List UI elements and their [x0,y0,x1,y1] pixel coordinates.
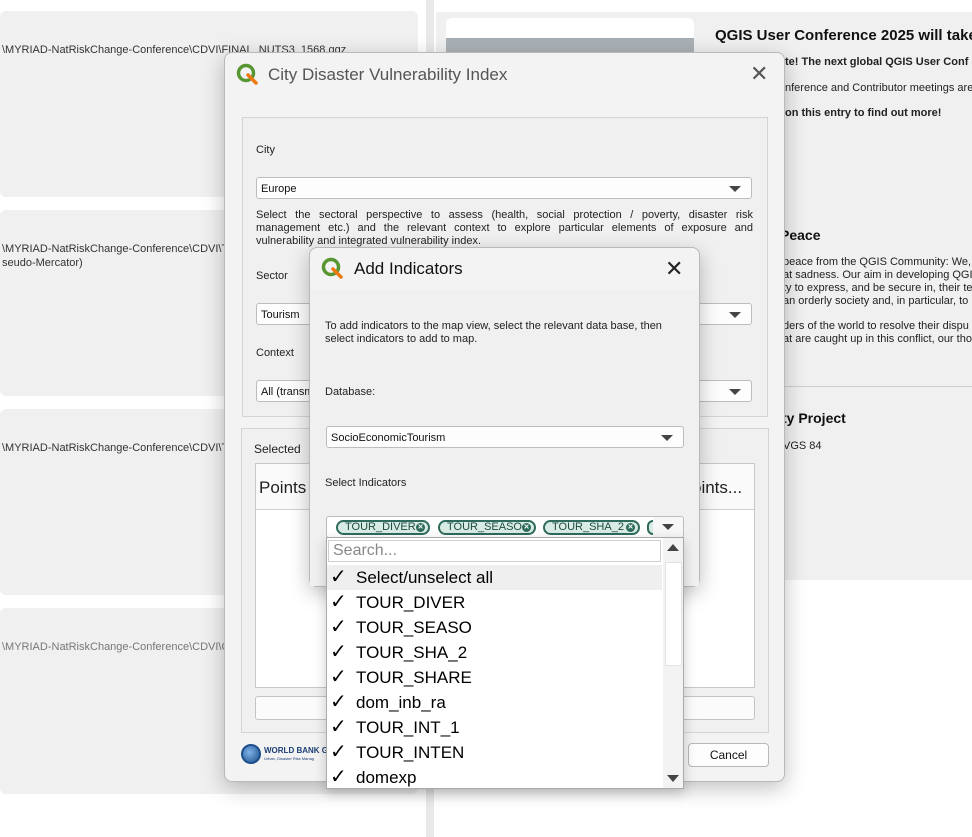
scrollbar[interactable] [663,538,683,788]
chevron-down-icon [661,435,673,441]
scrollbar-thumb[interactable] [665,562,682,666]
news-text: ders of the world to resolve their dispu [783,320,969,332]
news-title[interactable]: ty Project [782,410,846,426]
news-text: peace from the QGIS Community: We, t [783,256,972,268]
close-icon[interactable]: ✕ [750,63,768,85]
chevron-down-icon [729,389,741,395]
news-text: ty to express, and be secure in, their t… [783,282,972,294]
world-bank-logo: WORLD BANK G Urban, Disaster Risk Manag [241,743,331,767]
tag-label: TOUR_SHA_2 [552,521,624,533]
news-text: at are caught up in this conflict, our t… [783,333,972,345]
scroll-down-icon[interactable] [667,775,679,782]
list-item[interactable]: ✓ TOUR_SEASO [327,615,662,640]
option-label: TOUR_SEASO [356,618,472,637]
city-combobox[interactable]: Europe [256,177,752,199]
option-label: TOUR_SHA_2 [356,643,468,662]
logo-text: WORLD BANK G [264,746,328,755]
context-value: All (transm [261,386,314,398]
globe-icon [241,744,261,764]
indicators-multiselect[interactable]: TOUR_DIVER ✕ TOUR_SEASO ✕ TOUR_SHA_2 ✕ [326,516,684,538]
select-indicators-label: Select Indicators [325,477,407,489]
checkbox-checked-icon[interactable]: ✓ [330,616,347,636]
checkbox-checked-icon[interactable]: ✓ [330,691,347,711]
news-text: an orderly society and, in particular, t… [783,295,969,307]
checkbox-checked-icon[interactable]: ✓ [330,666,347,686]
option-label: TOUR_INT_1 [356,718,460,737]
checkbox-checked-icon[interactable]: ✓ [330,766,347,786]
option-label: Select/unselect all [356,568,494,587]
search-input[interactable]: Search... [328,540,661,562]
checkbox-checked-icon[interactable]: ✓ [330,566,347,586]
news-title[interactable]: Peace [780,227,820,243]
sector-value: Tourism [261,309,300,321]
dialog-title: Add Indicators [354,259,463,278]
news-title[interactable]: QGIS User Conference 2025 will take [715,27,972,44]
database-value: SocioEconomicTourism [331,432,446,444]
option-label: TOUR_DIVER [356,593,466,612]
list-item[interactable]: ✓ TOUR_INT_1 [327,715,662,740]
list-item[interactable]: ✓ dom_inb_ra [327,690,662,715]
add-indicators-dialog: Add Indicators ✕ To add indicators to th… [309,247,700,587]
list-item[interactable]: ✓ TOUR_SHARE [327,665,662,690]
chevron-down-icon [729,186,741,192]
selected-label: Selected [254,442,301,456]
checkbox-checked-icon[interactable]: ✓ [330,741,347,761]
indicators-dropdown: Search... ✓ Select/unselect all ✓ TOUR_D… [326,537,684,789]
option-label: dom_inb_ra [356,693,446,712]
chevron-down-icon[interactable] [653,517,683,537]
instructions-text: To add indicators to the map view, selec… [325,320,662,345]
indicator-tag[interactable]: TOUR_DIVER ✕ [336,520,430,535]
sector-description: Select the sectoral perspective to asses… [256,209,753,247]
sector-label: Sector [256,270,288,282]
dialog-titlebar[interactable]: Add Indicators ✕ [310,248,699,292]
qgis-logo-icon [236,63,258,85]
dialog-title: City Disaster Vulnerability Index [268,65,508,84]
news-text: nference and Contributor meetings are t [785,82,972,94]
scroll-up-icon[interactable] [667,544,679,551]
option-label: TOUR_INTEN [356,743,465,762]
list-item[interactable]: ✓ TOUR_SHA_2 [327,640,662,665]
checkbox-checked-icon[interactable]: ✓ [330,641,347,661]
database-combobox[interactable]: SocioEconomicTourism [326,426,684,448]
column-header-points[interactable]: Points [259,478,306,498]
news-link[interactable]: on this entry to find out more! [785,107,941,119]
option-select-all[interactable]: ✓ Select/unselect all [327,565,662,590]
dialog-titlebar[interactable]: City Disaster Vulnerability Index ✕ [225,53,784,97]
news-text: te! The next global QGIS User Conf [785,56,969,68]
context-label: Context [256,347,294,359]
cancel-button[interactable]: Cancel [688,743,769,767]
database-label: Database: [325,386,376,398]
indicator-tag[interactable]: TOUR_SEASO ✕ [438,520,536,535]
remove-tag-icon[interactable]: ✕ [416,523,425,532]
remove-tag-icon[interactable]: ✕ [626,523,635,532]
indicator-tag[interactable]: TOUR_SHA_2 ✕ [543,520,640,535]
option-label: TOUR_SHARE [356,668,472,687]
news-text: VGS 84 [783,440,822,452]
close-icon[interactable]: ✕ [665,258,683,280]
tag-label: TOUR_SEASO [447,521,522,533]
checkbox-checked-icon[interactable]: ✓ [330,716,347,736]
qgis-logo-icon [321,257,343,279]
list-item[interactable]: ✓ domexp [327,765,662,788]
news-text: at sadness. Our aim in developing QGIS [783,269,972,281]
chevron-down-icon [729,312,741,318]
logo-subtext: Urban, Disaster Risk Manag [264,756,315,761]
city-label: City [256,144,275,156]
option-label: domexp [356,768,417,787]
list-item[interactable]: ✓ TOUR_INTEN [327,740,662,765]
tag-label: TOUR_DIVER [345,521,416,533]
checkbox-checked-icon[interactable]: ✓ [330,591,347,611]
list-item[interactable]: ✓ TOUR_DIVER [327,590,662,615]
city-value: Europe [261,183,297,195]
remove-tag-icon[interactable]: ✕ [522,523,531,532]
